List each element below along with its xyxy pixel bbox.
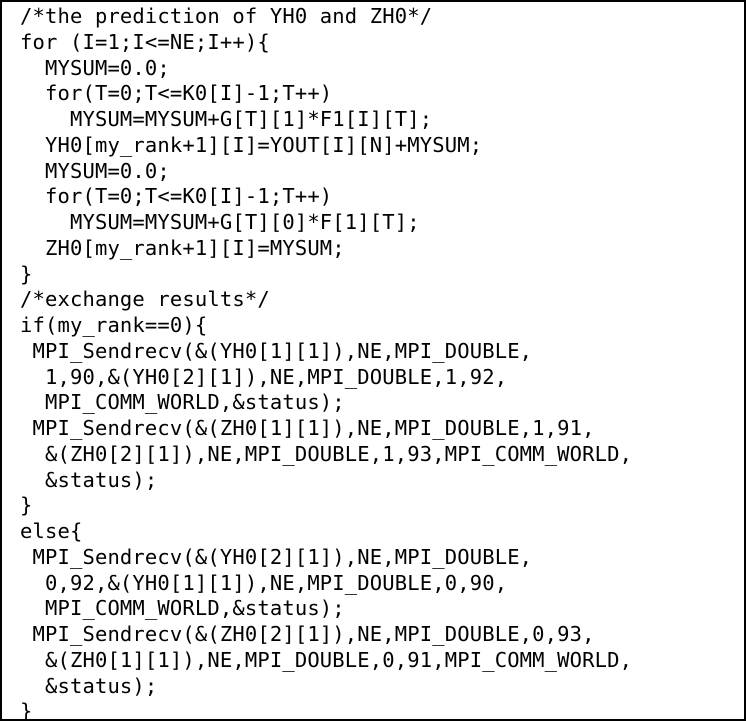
code-line-close-brace: } bbox=[20, 699, 33, 721]
code-line: 0,92,&(YH0[1][1]),NE,MPI_DOUBLE,0,90, bbox=[20, 570, 508, 595]
code-line: MPI_Sendrecv(&(ZH0[2][1]),NE,MPI_DOUBLE,… bbox=[20, 622, 595, 646]
code-line: &status); bbox=[20, 673, 158, 698]
code-line-for-loop: for (I=1;I<=NE;I++){ bbox=[20, 29, 270, 54]
code-line-close-brace: } bbox=[20, 261, 33, 286]
code-line: MPI_Sendrecv(&(YH0[1][1]),NE,MPI_DOUBLE, bbox=[20, 338, 533, 363]
code-line: MPI_COMM_WORLD,&status); bbox=[20, 596, 345, 621]
code-line: MPI_COMM_WORLD,&status); bbox=[20, 390, 345, 415]
code-line-comment-exchange: /*exchange results*/ bbox=[20, 287, 270, 312]
code-line: ZH0[my_rank+1][I]=MYSUM; bbox=[20, 235, 345, 260]
code-line: MYSUM=0.0; bbox=[20, 55, 170, 80]
code-line-comment-prediction: /*the prediction of YH0 and ZH0*/ bbox=[20, 4, 433, 28]
code-line: &(ZH0[1][1]),NE,MPI_DOUBLE,0,91,MPI_COMM… bbox=[20, 647, 633, 672]
code-line-if-rank: if(my_rank==0){ bbox=[20, 313, 208, 337]
code-line-close-brace: } bbox=[20, 493, 33, 518]
code-line-else: else{ bbox=[20, 519, 83, 543]
code-listing: /*the prediction of YH0 and ZH0*/for (I=… bbox=[20, 4, 633, 721]
code-line: for(T=0;T<=K0[I]-1;T++) bbox=[20, 81, 333, 106]
code-listing-frame: /*the prediction of YH0 and ZH0*/for (I=… bbox=[0, 0, 746, 721]
code-line: 1,90,&(YH0[2][1]),NE,MPI_DOUBLE,1,92, bbox=[20, 364, 508, 389]
code-line: &(ZH0[2][1]),NE,MPI_DOUBLE,1,93,MPI_COMM… bbox=[20, 441, 633, 466]
code-line: MYSUM=MYSUM+G[T][0]*F[1][T]; bbox=[20, 210, 420, 234]
code-line: MYSUM=MYSUM+G[T][1]*F1[I][T]; bbox=[20, 107, 433, 131]
code-line: MYSUM=0.0; bbox=[20, 158, 170, 183]
code-line: &status); bbox=[20, 467, 158, 492]
code-line: MPI_Sendrecv(&(YH0[2][1]),NE,MPI_DOUBLE, bbox=[20, 544, 533, 569]
code-line: for(T=0;T<=K0[I]-1;T++) bbox=[20, 184, 333, 209]
code-line: MPI_Sendrecv(&(ZH0[1][1]),NE,MPI_DOUBLE,… bbox=[20, 416, 595, 440]
code-line: YH0[my_rank+1][I]=YOUT[I][N]+MYSUM; bbox=[20, 132, 483, 157]
